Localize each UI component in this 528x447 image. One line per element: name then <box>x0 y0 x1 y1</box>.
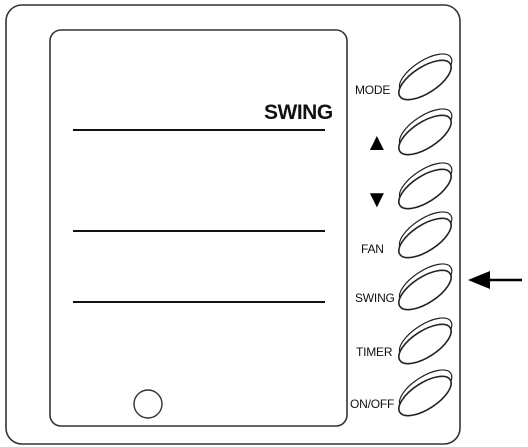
on-off-button-label: ON/OFF <box>350 397 395 411</box>
fan-button-label: FAN <box>361 242 384 256</box>
on-off-button[interactable] <box>390 362 461 423</box>
buttons-layer <box>390 46 461 423</box>
timer-button-label: TIMER <box>356 345 393 359</box>
mode-button-label: MODE <box>355 83 391 97</box>
swing-button[interactable] <box>390 256 461 317</box>
swing-button-label: SWING <box>355 291 395 305</box>
up-arrow-icon: ▲ <box>365 129 389 156</box>
up-button[interactable] <box>390 101 461 162</box>
down-button[interactable] <box>390 155 461 216</box>
mode-button[interactable] <box>390 46 461 107</box>
fan-button[interactable] <box>390 204 461 265</box>
swing-indicator: SWING <box>264 101 333 124</box>
down-arrow-icon: ▼ <box>365 186 389 213</box>
timer-button[interactable] <box>390 310 461 371</box>
